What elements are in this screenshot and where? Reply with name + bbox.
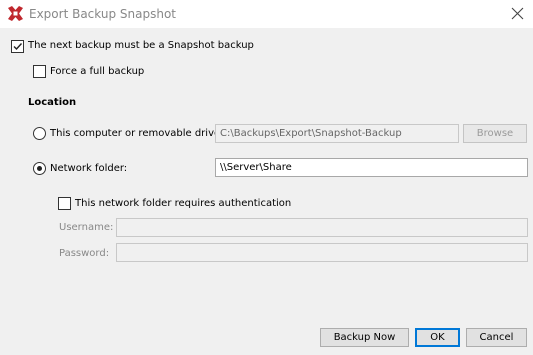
title-bar: Export Backup Snapshot [0,0,533,28]
username-label: Username: [59,222,114,233]
computer-label: This computer or removable drive: [50,128,224,139]
full-backup-label: Force a full backup [50,66,145,77]
password-field [116,243,528,262]
window-title: Export Backup Snapshot [29,7,176,21]
network-path-input[interactable]: \\Server\Share [215,158,528,177]
full-backup-checkbox[interactable] [33,65,46,78]
network-radio[interactable] [33,162,46,175]
computer-path-field: C:\Backups\Export\Snapshot-Backup [215,124,459,143]
auth-checkbox[interactable] [58,197,71,210]
auth-label: This network folder requires authenticat… [75,198,292,209]
checkmark-icon [13,43,23,51]
ok-button[interactable]: OK [415,328,460,347]
cancel-button[interactable]: Cancel [466,328,527,347]
location-heading: Location [28,97,77,108]
radio-selected-dot [37,166,42,171]
app-logo-icon [7,5,24,22]
network-label: Network folder: [50,163,128,174]
backup-now-button[interactable]: Backup Now [320,328,409,347]
username-field [116,218,528,237]
browse-button: Browse [463,124,527,143]
close-button[interactable] [505,2,529,26]
snapshot-label: The next backup must be a Snapshot backu… [28,40,254,51]
password-label: Password: [59,248,110,259]
computer-radio[interactable] [33,127,46,140]
snapshot-checkbox[interactable] [11,40,24,53]
close-icon [511,7,523,20]
